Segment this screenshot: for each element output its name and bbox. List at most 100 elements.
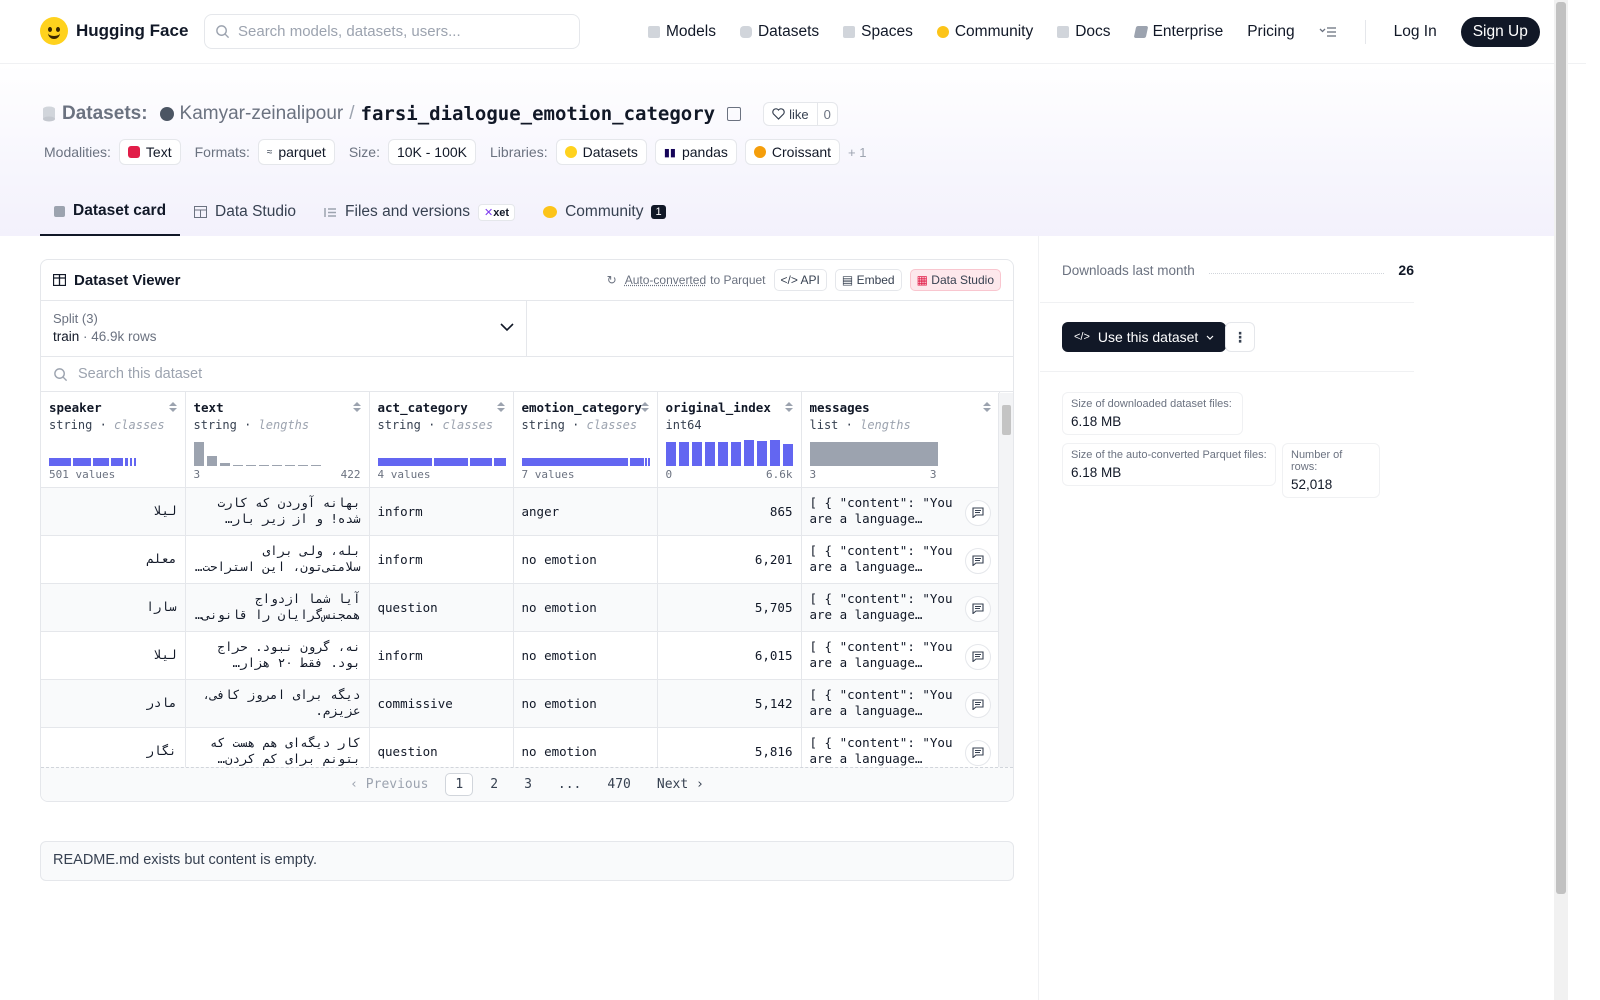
sort-icon[interactable] — [982, 402, 991, 414]
format-chip[interactable]: ≈ parquet — [257, 139, 335, 165]
cell-emotion[interactable]: no emotion — [513, 679, 658, 728]
previous-page-button[interactable]: ‹ Previous — [341, 774, 437, 795]
cell-messages[interactable]: [ { "content": "You are a language… — [801, 487, 1000, 536]
cell-index[interactable]: 6,015 — [657, 631, 802, 680]
cell-index[interactable]: 6,201 — [657, 535, 802, 584]
cell-act[interactable]: question — [369, 583, 514, 632]
cell-emotion[interactable]: anger — [513, 487, 658, 536]
sort-icon[interactable] — [784, 402, 793, 414]
tab-dataset-card[interactable]: Dataset card — [40, 188, 181, 236]
page-scrollbar[interactable] — [1554, 0, 1568, 1000]
signup-button[interactable]: Sign Up — [1460, 17, 1540, 47]
view-conversation-button[interactable] — [964, 547, 991, 574]
use-dataset-button[interactable]: </> Use this dataset — [1062, 322, 1227, 352]
view-conversation-button[interactable] — [964, 595, 991, 622]
column-header-original-index[interactable]: original_index int64 0 6.6k — [657, 392, 802, 488]
nav-more-menu[interactable] — [1319, 25, 1337, 39]
cell-speaker[interactable]: لیلا — [41, 487, 186, 536]
sort-icon[interactable] — [168, 402, 177, 414]
table-row[interactable]: سارا آیا شما ازدواج همجنس‌گرایان را قانو… — [41, 583, 1000, 632]
library-chip-pandas[interactable]: ▮▮ pandas — [654, 139, 737, 165]
cell-act[interactable]: inform — [369, 487, 514, 536]
tab-community[interactable]: Community 1 — [529, 188, 680, 236]
cell-messages[interactable]: [ { "content": "You are a language… — [801, 535, 1000, 584]
library-chip-datasets[interactable]: Datasets — [555, 139, 647, 165]
cell-act[interactable]: inform — [369, 631, 514, 680]
cell-index[interactable]: 5,705 — [657, 583, 802, 632]
repo-name[interactable]: farsi_dialogue_emotion_category — [361, 103, 716, 125]
global-search[interactable] — [204, 14, 580, 49]
nav-docs[interactable]: Docs — [1057, 23, 1111, 41]
cell-act[interactable]: commissive — [369, 679, 514, 728]
cell-text[interactable]: آیا شما ازدواج همجنس‌گرایان را قانونی… — [185, 583, 370, 632]
page-button-3[interactable]: 3 — [515, 774, 541, 795]
cell-index[interactable]: 5,142 — [657, 679, 802, 728]
copy-icon[interactable] — [727, 107, 742, 121]
cell-index[interactable]: 865 — [657, 487, 802, 536]
column-header-text[interactable]: text string · lengths 3 422 — [185, 392, 370, 488]
data-studio-button[interactable]: ▦ Data Studio — [909, 269, 1001, 291]
section-label[interactable]: Datasets: — [62, 103, 148, 125]
cell-messages[interactable]: [ { "content": "You are a language… — [801, 583, 1000, 632]
view-conversation-button[interactable] — [964, 691, 991, 718]
page-button-1[interactable]: 1 — [445, 773, 474, 796]
table-row[interactable]: مادر دیگه برای امروز کافی، عزیزم. commis… — [41, 679, 1000, 728]
cell-text[interactable]: دیگه برای امروز کافی، عزیزم. — [185, 679, 370, 728]
nav-community[interactable]: Community — [936, 23, 1033, 41]
column-header-act-category[interactable]: act_category string · classes 4 values — [369, 392, 514, 488]
split-selector[interactable]: Split (3) train · 46.9k rows — [41, 301, 527, 356]
api-button[interactable]: </> API — [773, 269, 827, 291]
dataset-search-input[interactable] — [78, 366, 678, 382]
more-options-button[interactable]: ⋮ — [1225, 322, 1255, 352]
cell-messages[interactable]: [ { "content": "You are a language… — [801, 679, 1000, 728]
cell-messages[interactable]: [ { "content": "You are a language… — [801, 631, 1000, 680]
nav-spaces[interactable]: Spaces — [843, 23, 913, 41]
page-scroll-thumb[interactable] — [1556, 2, 1566, 894]
column-header-emotion-category[interactable]: emotion_category string · classes 7 valu… — [513, 392, 658, 488]
cell-text[interactable]: بهانه آوردن که کارت شده! و از زیر بار مر… — [185, 487, 370, 536]
column-header-speaker[interactable]: speaker string · classes 501 values — [41, 392, 186, 488]
table-row[interactable]: معلم بله، ولی برای سلامتی‌تون، این استرا… — [41, 535, 1000, 584]
size-chip[interactable]: 10K - 100K — [387, 139, 477, 165]
nav-enterprise[interactable]: Enterprise — [1133, 23, 1223, 41]
sort-icon[interactable] — [640, 402, 649, 414]
brand-logo[interactable]: Hugging Face — [40, 17, 188, 45]
cell-act[interactable]: inform — [369, 535, 514, 584]
nav-pricing[interactable]: Pricing — [1247, 23, 1294, 41]
global-search-input[interactable] — [238, 23, 558, 40]
cell-emotion[interactable]: no emotion — [513, 631, 658, 680]
cell-speaker[interactable]: مادر — [41, 679, 186, 728]
embed-button[interactable]: ▤ Embed — [834, 269, 902, 291]
cell-emotion[interactable]: no emotion — [513, 535, 658, 584]
nav-datasets[interactable]: Datasets — [739, 23, 819, 41]
cell-emotion[interactable]: no emotion — [513, 583, 658, 632]
sort-icon[interactable] — [496, 402, 505, 414]
owner-link[interactable]: Kamyar-zeinalipour — [180, 103, 344, 125]
modality-chip[interactable]: Text — [118, 139, 181, 165]
table-row[interactable]: لیلا بهانه آوردن که کارت شده! و از زیر ب… — [41, 487, 1000, 536]
dataset-search[interactable] — [41, 356, 1013, 392]
tab-data-studio[interactable]: Data Studio — [180, 188, 310, 236]
cell-speaker[interactable]: سارا — [41, 583, 186, 632]
libraries-more[interactable]: + 1 — [848, 145, 866, 160]
view-conversation-button[interactable] — [964, 643, 991, 670]
nav-models[interactable]: Models — [648, 23, 716, 41]
next-page-button[interactable]: Next › — [648, 774, 713, 795]
view-conversation-button[interactable] — [964, 739, 991, 766]
view-conversation-button[interactable] — [964, 499, 991, 526]
page-button-last[interactable]: 470 — [598, 774, 639, 795]
library-chip-croissant[interactable]: Croissant — [744, 139, 841, 165]
cell-text[interactable]: نه، گرون نبود. حراج بود. فقط ۲۰ هزار توم… — [185, 631, 370, 680]
auto-converted-link[interactable]: Auto-converted — [625, 273, 706, 287]
cell-speaker[interactable]: معلم — [41, 535, 186, 584]
like-button[interactable]: like 0 — [763, 102, 838, 126]
column-header-messages[interactable]: messages list · lengths 33 — [801, 392, 1000, 488]
table-row[interactable]: لیلا نه، گرون نبود. حراج بود. فقط ۲۰ هزا… — [41, 631, 1000, 680]
page-button-2[interactable]: 2 — [481, 774, 507, 795]
tab-files-and-versions[interactable]: Files and versions ✕xet — [310, 188, 529, 236]
cell-text[interactable]: بله، ولی برای سلامتی‌تون، این استراحت کا… — [185, 535, 370, 584]
table-scroll-thumb[interactable] — [1002, 405, 1011, 435]
sort-icon[interactable] — [352, 402, 361, 414]
table-scrollbar[interactable] — [998, 393, 1013, 769]
login-link[interactable]: Log In — [1394, 23, 1437, 41]
